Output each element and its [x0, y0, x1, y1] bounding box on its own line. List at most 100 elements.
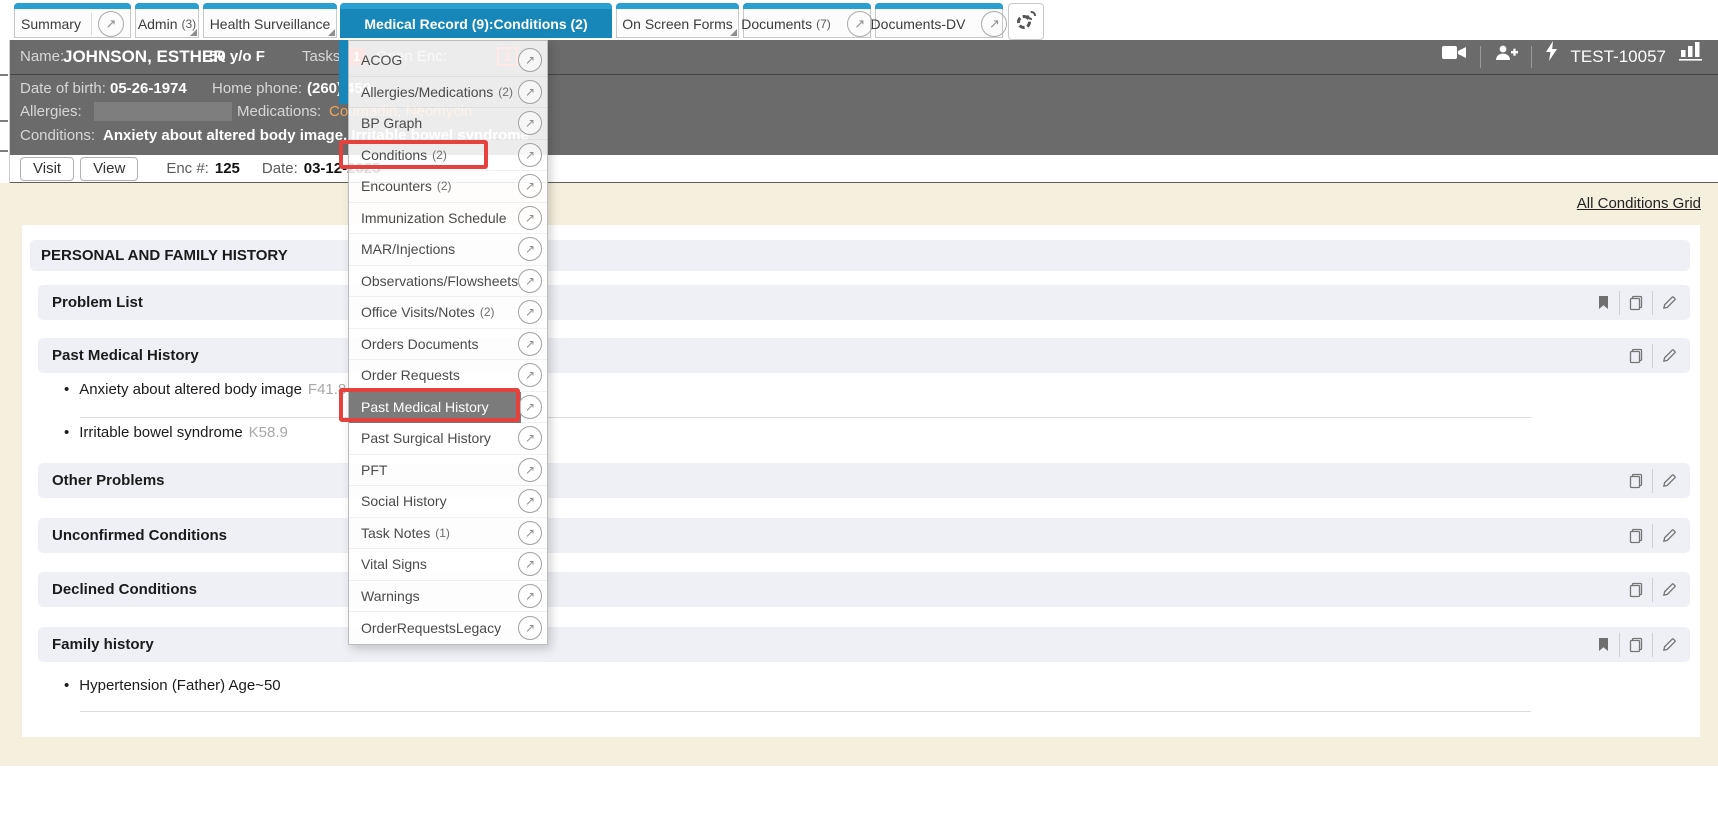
menu-item-observations-flowsheets[interactable]: Observations/Flowsheets↗	[349, 266, 547, 298]
tab-documents-count: (7)	[816, 17, 831, 31]
menu-item-vital-signs[interactable]: Vital Signs↗	[349, 549, 547, 581]
menu-item-bp-graph[interactable]: BP Graph↗	[349, 108, 547, 140]
copy-forward-icon[interactable]	[1620, 633, 1652, 657]
pencil-icon[interactable]	[1653, 524, 1685, 548]
pencil-icon[interactable]	[1653, 469, 1685, 493]
bookmark-icon[interactable]	[1587, 291, 1619, 315]
open-in-new-icon[interactable]: ↗	[518, 489, 542, 513]
bookmark-icon[interactable]	[1587, 633, 1619, 657]
personal-family-history-card: PERSONAL AND FAMILY HISTORY Problem List…	[22, 225, 1700, 737]
annotation-box-conditions	[339, 140, 488, 169]
view-button[interactable]: View	[80, 157, 138, 181]
pencil-icon[interactable]	[1653, 344, 1685, 368]
open-in-new-icon[interactable]: ↗	[981, 11, 1007, 37]
open-in-new-icon[interactable]: ↗	[518, 363, 542, 387]
add-person-icon[interactable]	[1494, 40, 1518, 74]
open-in-new-icon[interactable]: ↗	[518, 332, 542, 356]
menu-item-warnings[interactable]: Warnings↗	[349, 581, 547, 613]
pencil-icon[interactable]	[1653, 633, 1685, 657]
open-in-new-icon[interactable]: ↗	[518, 206, 542, 230]
patient-age-sex: 50 y/o F	[209, 40, 265, 74]
open-in-new-icon[interactable]: ↗	[518, 300, 542, 324]
divider	[1480, 46, 1481, 68]
copy-forward-icon[interactable]	[1620, 291, 1652, 315]
dob-label: Date of birth:	[20, 77, 106, 100]
copy-forward-icon[interactable]	[1620, 524, 1652, 548]
tab-documents-label: Documents	[741, 16, 812, 32]
menu-item-task-notes[interactable]: Task Notes (1) ↗	[349, 518, 547, 550]
menu-item-label: PFT	[361, 462, 387, 478]
copy-forward-icon[interactable]	[1620, 469, 1652, 493]
tasks-label: Tasks	[302, 40, 340, 74]
gutter-tick	[0, 74, 8, 76]
menu-item-past-surgical-history[interactable]: Past Surgical History ↗	[349, 423, 547, 455]
open-in-new-icon[interactable]: ↗	[518, 521, 542, 545]
pencil-icon[interactable]	[1653, 578, 1685, 602]
open-in-new-icon[interactable]: ↗	[518, 426, 542, 450]
menu-item-social-history[interactable]: Social History ↗	[349, 486, 547, 518]
open-in-new-icon[interactable]: ↗	[98, 11, 124, 37]
menu-item-immunization-schedule[interactable]: Immunization Schedule↗	[349, 203, 547, 235]
menu-item-allergies-medications[interactable]: Allergies/Medications(2)↗	[349, 77, 547, 109]
copy-forward-icon[interactable]	[1620, 344, 1652, 368]
section-past-medical-history[interactable]: Past Medical History	[38, 338, 1690, 373]
open-in-new-icon[interactable]: ↗	[518, 80, 542, 104]
tab-medical-record[interactable]: Medical Record (9):Conditions (2)	[340, 3, 612, 38]
open-in-new-icon[interactable]: ↗	[518, 48, 542, 72]
open-in-new-icon[interactable]: ↗	[518, 395, 542, 419]
tab-admin[interactable]: Admin (3)	[135, 3, 199, 38]
menu-item-order-requests[interactable]: Order Requests↗	[349, 360, 547, 392]
menu-item-office-visits-notes[interactable]: Office Visits/Notes(2)↗	[349, 297, 547, 329]
section-other-problems[interactable]: Other Problems	[38, 463, 1690, 498]
section-header-personal-and-family-history: PERSONAL AND FAMILY HISTORY	[30, 240, 1690, 271]
section-unconfirmed-conditions[interactable]: Unconfirmed Conditions	[38, 518, 1690, 553]
section-family-history[interactable]: Family history	[38, 627, 1690, 662]
tab-summary-label: Summary	[21, 16, 81, 32]
open-in-new-icon[interactable]: ↗	[518, 269, 542, 293]
menu-item-mar-injections[interactable]: MAR/Injections↗	[349, 234, 547, 266]
patient-name: JOHNSON, ESTHER	[63, 40, 225, 74]
menu-item-encounters[interactable]: Encounters(2)↗	[349, 171, 547, 203]
condition-code: K58.9	[249, 424, 288, 441]
all-conditions-grid-link[interactable]: All Conditions Grid	[1577, 195, 1701, 212]
visit-button[interactable]: Visit	[20, 157, 74, 181]
section-problem-list[interactable]: Problem List	[38, 285, 1690, 320]
tab-on-screen-forms[interactable]: On Screen Forms	[616, 3, 739, 38]
pencil-icon[interactable]	[1653, 291, 1685, 315]
open-in-new-icon[interactable]: ↗	[518, 458, 542, 482]
menu-item-pft[interactable]: PFT ↗	[349, 455, 547, 487]
tab-documents-dv[interactable]: Documents-DV ↗	[875, 3, 1003, 38]
open-in-new-icon[interactable]: ↗	[518, 237, 542, 261]
open-in-new-icon[interactable]: ↗	[518, 143, 542, 167]
tab-bar: Summary ↗ Admin (3) Health Surveillance …	[0, 0, 1718, 40]
menu-item-label: Allergies/Medications	[361, 84, 493, 100]
section-declined-conditions[interactable]: Declined Conditions	[38, 572, 1690, 607]
tab-summary[interactable]: Summary ↗	[14, 3, 131, 38]
visit-toolbar: Visit View Enc #: 125 Date: 03-12-2025	[10, 155, 1718, 183]
menu-item-orders-documents[interactable]: Orders Documents↗	[349, 329, 547, 361]
copy-forward-icon[interactable]	[1620, 578, 1652, 602]
menu-item-acog[interactable]: ACOG↗	[349, 45, 547, 77]
video-camera-icon[interactable]	[1441, 40, 1467, 74]
menu-item-label: Task Notes	[361, 525, 430, 541]
gear-small-icon	[1027, 11, 1036, 20]
open-in-new-icon[interactable]: ↗	[518, 552, 542, 576]
lightning-icon[interactable]	[1545, 40, 1558, 74]
open-in-new-icon[interactable]: ↗	[847, 11, 873, 37]
menu-item-label: Social History	[361, 493, 447, 509]
name-label: Name:	[20, 40, 64, 74]
open-in-new-icon[interactable]: ↗	[518, 616, 542, 640]
menu-item-orderrequestslegacy[interactable]: OrderRequestsLegacy ↗	[349, 612, 547, 644]
tab-health-surveillance[interactable]: Health Surveillance	[203, 3, 337, 38]
open-in-new-icon[interactable]: ↗	[518, 174, 542, 198]
menu-item-label: Past Surgical History	[361, 430, 491, 446]
open-in-new-icon[interactable]: ↗	[518, 584, 542, 608]
settings-button[interactable]	[1008, 3, 1044, 40]
bullet-dot: •	[64, 381, 69, 398]
menu-item-label: Encounters	[361, 178, 432, 194]
menu-item-count: (1)	[435, 526, 450, 540]
bar-chart-icon[interactable]	[1679, 40, 1704, 74]
menu-item-label: OrderRequestsLegacy	[361, 620, 501, 636]
open-in-new-icon[interactable]: ↗	[518, 111, 542, 135]
tab-documents[interactable]: Documents (7) ↗	[743, 3, 871, 38]
